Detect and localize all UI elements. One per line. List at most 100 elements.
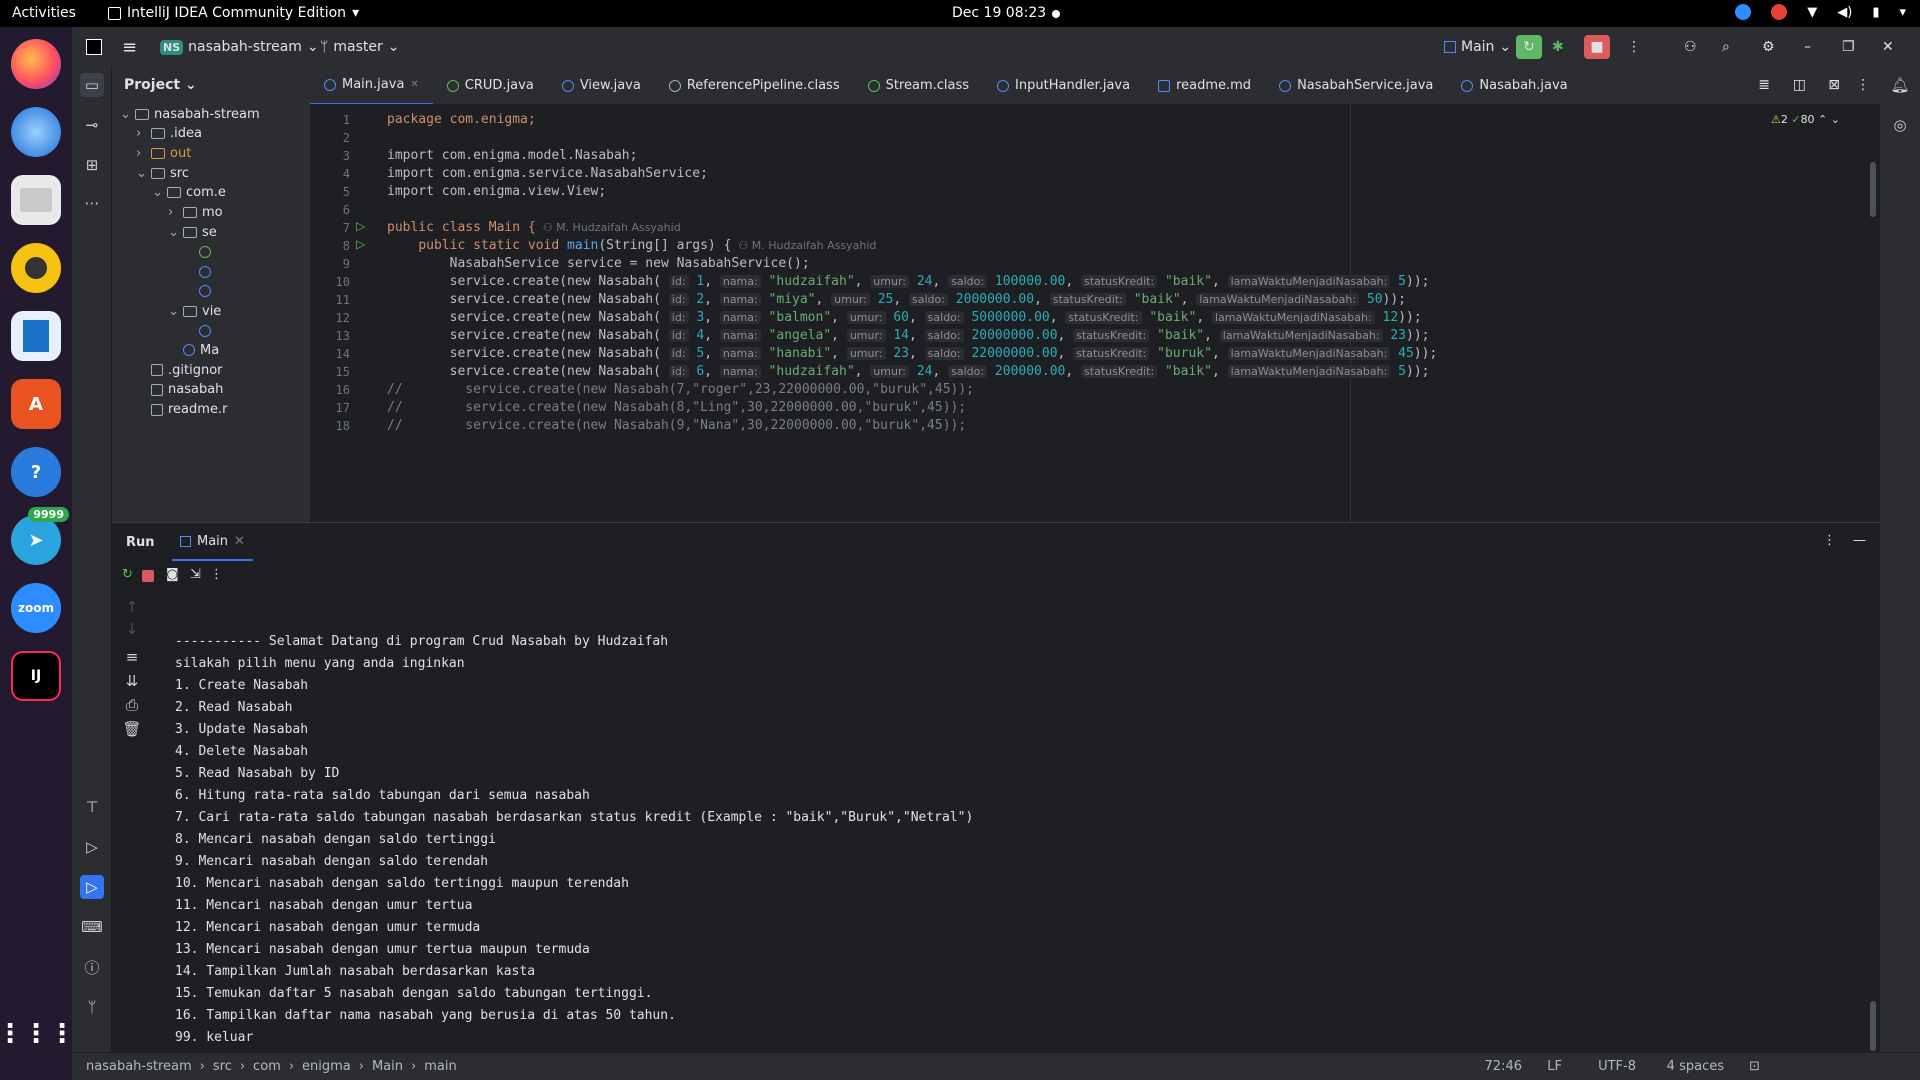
stop-button[interactable]: ■ [1584, 35, 1610, 59]
tree-item[interactable]: .gitignor [136, 359, 223, 381]
tree-item[interactable]: ⌄ vie [168, 300, 221, 322]
search-icon[interactable]: ⌕ [1722, 35, 1730, 59]
firefox-icon[interactable] [11, 39, 61, 89]
tree-item[interactable]: ⌄ se [168, 221, 217, 243]
build-tool-icon[interactable]: ⊤ [80, 795, 104, 819]
tree-item[interactable]: ⌄ nasabah-stream [120, 103, 260, 125]
read-only-lock-icon[interactable]: ⊡ [1749, 1059, 1760, 1074]
scroll-up-icon[interactable]: ↑ [120, 595, 144, 619]
run-tool-icon[interactable]: ▷ [80, 875, 104, 899]
chevron-right-icon[interactable]: › [136, 126, 146, 141]
project-selector[interactable]: NS nasabah-stream ⌄ [160, 35, 319, 59]
project-tool-icon[interactable]: ▭ [80, 73, 104, 97]
scroll-down-icon[interactable]: ↓ [120, 617, 144, 641]
run-gutter-icon[interactable]: ▷ [356, 219, 365, 233]
breadcrumb-item[interactable]: enigma [302, 1059, 351, 1074]
chrome-tray-icon[interactable] [1771, 4, 1788, 20]
split-editor-icon[interactable]: ◫ [1793, 77, 1806, 93]
chevron-right-icon[interactable]: › [168, 205, 178, 220]
tree-item[interactable]: › mo [168, 202, 223, 224]
volume-icon[interactable]: ◀) [1837, 5, 1852, 20]
intellij-dock-icon[interactable]: IJ [11, 651, 61, 701]
tree-item[interactable]: ⌄ src [136, 162, 189, 184]
show-apps-icon[interactable]: ⋮⋮⋮ [0, 1009, 75, 1059]
run-gutter-icon[interactable]: ▷ [356, 237, 365, 251]
clock[interactable]: Dec 19 08:23 [952, 5, 1046, 21]
console-output[interactable]: ----------- Selamat Datang di program Cr… [175, 631, 973, 1071]
files-icon[interactable] [11, 175, 61, 225]
editor-scrollbar[interactable] [1870, 162, 1876, 217]
chevron-down-icon[interactable]: ⌄ [152, 185, 163, 200]
tab-main-java[interactable]: Main.java ✕ [310, 67, 433, 104]
tree-item[interactable] [184, 261, 211, 283]
ai-assistant-icon[interactable]: ◎ [1888, 113, 1912, 137]
code-with-me-icon[interactable]: ⚇ [1684, 35, 1697, 59]
run-more-icon[interactable]: ⋮ [210, 567, 223, 582]
breadcrumb-item[interactable]: nasabah-stream [86, 1059, 192, 1074]
chevron-down-icon[interactable]: ⌄ [168, 304, 179, 319]
console-vscrollbar[interactable] [1870, 1001, 1876, 1051]
tree-item[interactable]: › .idea [136, 123, 202, 145]
notifications-icon[interactable]: 🔔︎ [1888, 73, 1912, 97]
tab-stream-class[interactable]: Stream.class [854, 67, 983, 104]
stop-run-icon[interactable] [142, 570, 154, 582]
breadcrumb-item[interactable]: Main [372, 1059, 403, 1074]
help-icon[interactable]: ? [11, 447, 61, 497]
editor-more-icon[interactable]: ⋮ [1856, 77, 1870, 93]
debug-button[interactable]: ✱ [1552, 35, 1564, 59]
tab-readme-md[interactable]: readme.md [1144, 67, 1265, 104]
structure-tool-icon[interactable]: ⊞ [80, 153, 104, 177]
writer-icon[interactable] [11, 311, 61, 361]
hide-panel-icon[interactable]: — [1853, 533, 1866, 548]
tree-item[interactable] [184, 280, 211, 302]
thunderbird-icon[interactable] [11, 107, 61, 157]
close-window-button[interactable]: ✕ [1882, 35, 1894, 59]
caret-position[interactable]: 72:46 [1485, 1059, 1522, 1074]
chevron-down-icon[interactable]: ⌄ [168, 225, 179, 240]
scroll-to-end-icon[interactable]: ⇊ [120, 669, 144, 693]
breadcrumb-item[interactable]: src [213, 1059, 232, 1074]
line-separator[interactable]: LF [1547, 1059, 1562, 1074]
software-center-icon[interactable]: A [11, 379, 61, 429]
preview-icon[interactable]: ⊠ [1828, 77, 1840, 93]
close-tab-icon[interactable]: ✕ [410, 79, 418, 90]
more-actions-icon[interactable]: ⋮ [1627, 35, 1641, 59]
tree-item[interactable] [184, 241, 211, 263]
tab-referencepipeline-class[interactable]: ReferencePipeline.class [655, 67, 854, 104]
tree-item[interactable] [184, 320, 211, 342]
chevron-down-icon[interactable]: ⌄ [120, 107, 131, 122]
ij-logo-icon[interactable] [86, 35, 102, 59]
print-icon[interactable]: ⎙ [120, 693, 144, 717]
system-tray[interactable]: ▼ ◀) ▮ ▾ [1735, 4, 1906, 20]
tab-view-java[interactable]: View.java [548, 67, 655, 104]
inspection-widget[interactable]: ⚠2 ✓80 ⌃ ⌄ [1771, 113, 1840, 126]
battery-icon[interactable]: ▮ [1872, 5, 1879, 20]
file-encoding[interactable]: UTF-8 [1598, 1059, 1636, 1074]
more-tools-icon[interactable]: ⋯ [80, 191, 104, 215]
maximize-button[interactable]: ❐ [1842, 35, 1855, 59]
breadcrumb-item[interactable]: main [424, 1059, 456, 1074]
breadcrumb-item[interactable]: com [253, 1059, 281, 1074]
run-tab-main[interactable]: Main ✕ [172, 523, 253, 561]
run-options-icon[interactable]: ⋮ [1823, 533, 1836, 548]
tree-item[interactable]: Ma [168, 339, 219, 361]
indent-setting[interactable]: 4 spaces [1667, 1059, 1724, 1074]
rerun-icon[interactable]: ↻ [122, 567, 133, 582]
chevron-right-icon[interactable]: › [136, 146, 146, 161]
zoom-icon[interactable]: zoom [11, 583, 61, 633]
tab-crud-java[interactable]: CRUD.java [433, 67, 548, 104]
zoom-tray-icon[interactable] [1735, 4, 1752, 20]
main-menu-icon[interactable]: ≡ [122, 35, 137, 59]
terminal-tool-icon[interactable]: ⌨ [80, 915, 104, 939]
wifi-icon[interactable]: ▼ [1807, 5, 1817, 20]
settings-gear-icon[interactable]: ⚙ [1762, 35, 1775, 59]
app-menu[interactable]: IntelliJ IDEA Community Edition ▾ [108, 5, 359, 21]
tab-nasabahservice-java[interactable]: NasabahService.java [1265, 67, 1447, 104]
branch-selector[interactable]: ᛘ master ⌄ [320, 35, 400, 59]
telegram-icon[interactable]: ➤ 9999 [11, 507, 69, 565]
power-menu-icon[interactable]: ▾ [1899, 5, 1906, 20]
tab-inputhandler-java[interactable]: InputHandler.java [983, 67, 1144, 104]
chevron-down-icon[interactable]: ⌄ [136, 166, 147, 181]
tab-nasabah-java[interactable]: Nasabah.java [1447, 67, 1581, 104]
commit-tool-icon[interactable]: ⊸ [80, 113, 104, 137]
